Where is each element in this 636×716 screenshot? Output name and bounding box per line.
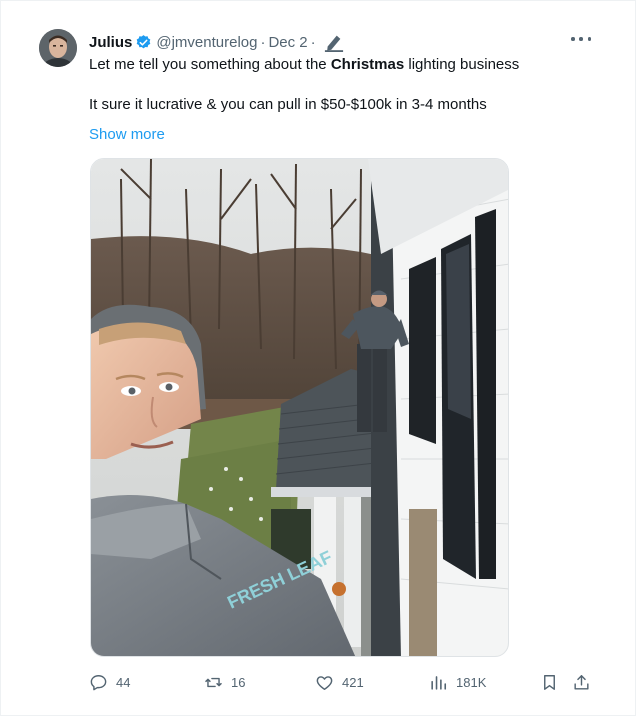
share-button[interactable] (572, 667, 599, 697)
bookmark-button[interactable] (540, 667, 567, 697)
tweet-card[interactable]: Julius @jmventurelog · Dec 2 · Let me te… (0, 0, 636, 716)
header-separator: · (260, 33, 266, 51)
verified-badge-icon (135, 34, 152, 51)
tweet-date[interactable]: Dec 2 (268, 34, 307, 51)
share-icon (574, 674, 589, 690)
more-options-icon[interactable] (571, 31, 591, 47)
tweet-actions-bar: 44 16 421 181K (1, 667, 636, 697)
header-separator-2: · (310, 33, 316, 51)
reply-button[interactable]: 44 (89, 667, 130, 697)
repost-button[interactable]: 16 (204, 667, 245, 697)
edit-pen-icon[interactable] (323, 32, 345, 52)
views-icon (431, 675, 447, 690)
like-count: 421 (342, 674, 364, 690)
views-count: 181K (456, 674, 487, 690)
author-avatar[interactable] (39, 29, 77, 67)
author-handle[interactable]: @jmventurelog (156, 34, 257, 51)
tweet-text-line2: It sure it lucrative & you can pull in $… (89, 96, 487, 113)
reply-icon (90, 674, 107, 690)
like-button[interactable]: 421 (315, 667, 364, 697)
like-icon (316, 675, 333, 690)
reply-count: 44 (116, 674, 131, 690)
author-name[interactable]: Julius (89, 34, 132, 51)
repost-icon (205, 677, 222, 687)
tweet-text-line1: Let me tell you something about the Chri… (89, 56, 520, 73)
tweet-header: Julius @jmventurelog · Dec 2 · (89, 31, 345, 53)
repost-count: 16 (231, 674, 246, 690)
tweet-photo[interactable]: FRESH LEAF (90, 158, 509, 657)
show-more-link[interactable]: Show more (89, 126, 165, 143)
views-button[interactable]: 181K (429, 667, 486, 697)
bookmark-icon (544, 674, 555, 690)
tweet-text-bold: Christmas (330, 56, 405, 73)
